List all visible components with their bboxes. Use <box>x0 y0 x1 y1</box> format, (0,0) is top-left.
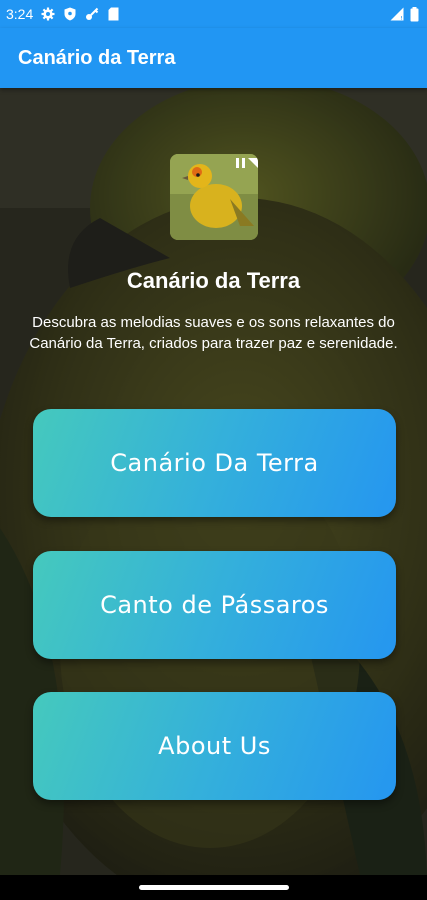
status-time: 3:24 <box>6 6 34 22</box>
navigation-bar <box>0 875 427 900</box>
sd-card-icon <box>108 7 119 21</box>
status-bar: 3:24 <box>0 0 427 28</box>
main-content: Canário da Terra Descubra as melodias su… <box>0 88 427 875</box>
app-bar-title: Canário da Terra <box>18 46 176 69</box>
home-gesture-handle[interactable] <box>138 885 289 890</box>
hero-description: Descubra as melodias suaves e os sons re… <box>29 314 398 352</box>
shield-icon <box>64 7 76 21</box>
hero-title: Canário da Terra <box>126 268 301 293</box>
key-icon <box>86 7 99 20</box>
signal-icon <box>390 7 404 21</box>
bird-thumbnail-image <box>170 154 258 240</box>
battery-icon <box>410 6 419 21</box>
about-us-button[interactable]: About Us <box>33 692 396 800</box>
app-bar: Canário da Terra <box>0 28 427 88</box>
gear-icon <box>41 7 55 21</box>
status-right <box>390 6 419 22</box>
canario-da-terra-button[interactable]: Canário Da Terra <box>33 409 396 517</box>
status-icons <box>41 7 119 21</box>
canto-de-passaros-button[interactable]: Canto de Pássaros <box>33 551 396 659</box>
